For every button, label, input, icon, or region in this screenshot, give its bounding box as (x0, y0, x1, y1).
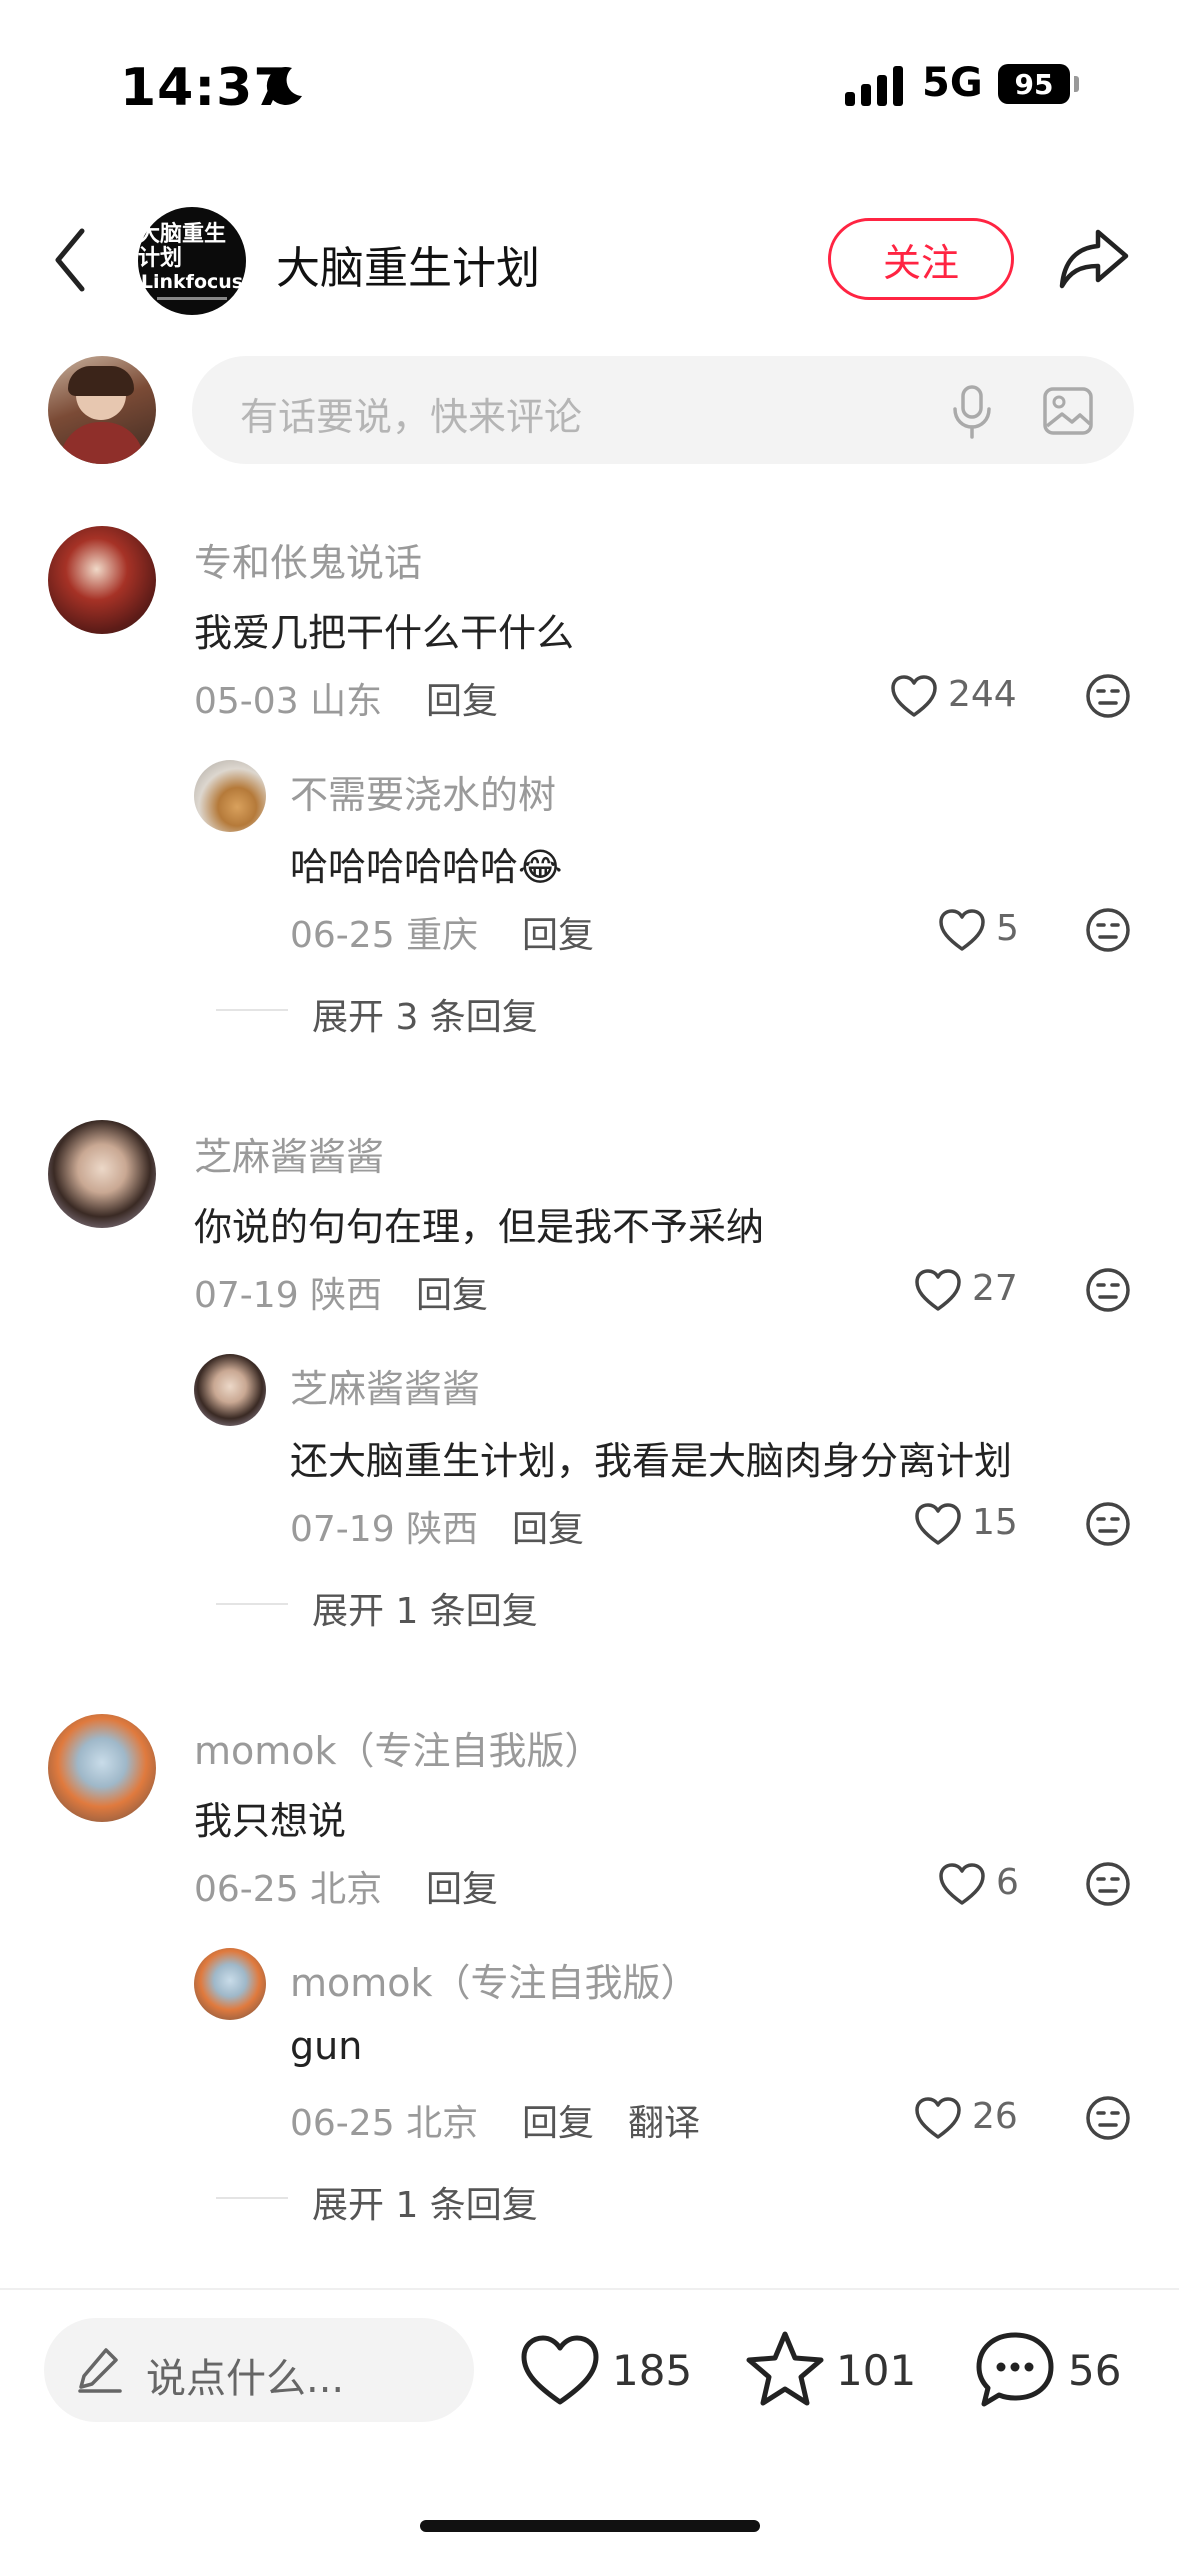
expand-divider (216, 1009, 288, 1011)
comment-text: 你说的句句在理，但是我不予采纳 (194, 1205, 765, 1249)
heart-icon[interactable] (890, 674, 938, 718)
reply-location: 重庆 (406, 915, 479, 956)
like-count: 27 (972, 1268, 1018, 1309)
reply-avatar[interactable] (194, 760, 266, 832)
comment-location: 山东 (310, 681, 383, 722)
like-count: 26 (972, 2096, 1018, 2137)
reply-username[interactable]: 芝麻酱酱酱 (290, 1358, 480, 1413)
comment-location: 陕西 (310, 1275, 383, 1316)
battery-level: 95 (1014, 67, 1054, 101)
reply-button[interactable]: 回复 (416, 1266, 488, 1318)
home-indicator[interactable] (420, 2520, 760, 2532)
reply-button[interactable]: 回复 (426, 1860, 498, 1912)
expand-replies[interactable]: 展开 3 条回复 (312, 988, 538, 1040)
like-count: 5 (996, 908, 1019, 949)
logo-text-en: Linkfocus (140, 270, 244, 293)
follow-button[interactable]: 关注 (828, 218, 1014, 300)
heart-icon[interactable] (914, 2096, 962, 2140)
comment-avatar[interactable] (48, 1120, 156, 1228)
reply-button[interactable]: 回复 (522, 906, 594, 958)
like-count: 244 (948, 674, 1017, 715)
reply-username[interactable]: 不需要浇水的树 (290, 764, 556, 819)
comment-date: 05-03 (194, 681, 299, 722)
battery-indicator: 95 (998, 64, 1070, 104)
reply-date: 06-25 (290, 2103, 395, 2144)
comment-meta: 05-03 山东 (194, 672, 382, 724)
dislike-icon[interactable] (1084, 906, 1132, 954)
heart-icon[interactable] (938, 908, 986, 952)
heart-icon[interactable] (914, 1268, 962, 1312)
battery-tip (1074, 76, 1079, 92)
like-count: 15 (972, 1502, 1018, 1543)
reply-username[interactable]: momok（专注自我版） (290, 1952, 699, 2007)
reply-text: 还大脑重生计划，我看是大脑肉身分离计划 (290, 1439, 1013, 1483)
comment-username[interactable]: 芝麻酱酱酱 (194, 1126, 384, 1181)
bottom-divider (0, 2288, 1179, 2290)
reply-meta: 06-25 北京 (290, 2094, 478, 2146)
logo-underline (157, 296, 227, 300)
reply-button[interactable]: 回复 (426, 672, 498, 724)
reply-date: 06-25 (290, 915, 395, 956)
reply-meta: 07-19 陕西 (290, 1500, 478, 1552)
reply-avatar[interactable] (194, 1354, 266, 1426)
comment-date: 06-25 (194, 1869, 299, 1910)
dislike-icon[interactable] (1084, 2094, 1132, 2142)
image-icon[interactable] (1042, 386, 1094, 436)
comment-text: 我爱几把干什么干什么 (194, 611, 575, 655)
reply-meta: 06-25 重庆 (290, 906, 478, 958)
comment-icon[interactable] (974, 2330, 1056, 2410)
reply-location: 北京 (406, 2103, 479, 2144)
network-label: 5G (922, 60, 983, 106)
bottom-input-placeholder: 说点什么... (146, 2356, 345, 2402)
share-icon[interactable] (1058, 226, 1130, 290)
like-count: 6 (996, 1862, 1019, 1903)
mic-icon[interactable] (950, 384, 994, 440)
comment-username[interactable]: 专和伥鬼说话 (194, 532, 422, 587)
comment-avatar[interactable] (48, 526, 156, 634)
moon-icon (266, 66, 302, 105)
comment-date: 07-19 (194, 1275, 299, 1316)
expand-replies[interactable]: 展开 1 条回复 (312, 1582, 538, 1634)
heart-icon[interactable] (914, 1502, 962, 1546)
dislike-icon[interactable] (1084, 1266, 1132, 1314)
heart-icon[interactable] (520, 2334, 600, 2406)
comment-username[interactable]: momok（专注自我版） (194, 1720, 603, 1775)
reply-button[interactable]: 回复 (522, 2094, 594, 2146)
dislike-icon[interactable] (1084, 672, 1132, 720)
my-avatar[interactable] (48, 356, 156, 464)
comment-input-placeholder: 有话要说，快来评论 (240, 395, 583, 439)
reply-location: 陕西 (406, 1509, 479, 1550)
expand-divider (216, 2197, 288, 2199)
comment-meta: 07-19 陕西 (194, 1266, 382, 1318)
account-avatar[interactable]: 大脑重生计划 Linkfocus (138, 207, 246, 315)
comment-text: 我只想说 (194, 1799, 347, 1843)
logo-text-cn: 大脑重生计划 (138, 221, 227, 271)
comment-meta: 06-25 北京 (194, 1860, 382, 1912)
heart-icon[interactable] (938, 1862, 986, 1906)
reply-text: 哈哈哈哈哈哈😂 (290, 845, 563, 889)
dislike-icon[interactable] (1084, 1500, 1132, 1548)
dislike-icon[interactable] (1084, 1860, 1132, 1908)
reply-date: 07-19 (290, 1509, 395, 1550)
signal-icon (845, 66, 903, 106)
reply-button[interactable]: 回复 (512, 1500, 584, 1552)
account-name[interactable]: 大脑重生计划 (276, 232, 540, 296)
reply-avatar[interactable] (194, 1948, 266, 2020)
reply-text: gun (290, 2024, 363, 2068)
expand-divider (216, 1603, 288, 1605)
translate-button[interactable]: 翻译 (628, 2094, 700, 2146)
post-collect-count: 101 (836, 2346, 917, 2395)
pen-icon (78, 2348, 122, 2393)
expand-replies[interactable]: 展开 1 条回复 (312, 2176, 538, 2228)
star-icon[interactable] (744, 2330, 826, 2408)
comment-location: 北京 (310, 1869, 383, 1910)
post-comment-count: 56 (1068, 2346, 1122, 2395)
back-icon[interactable] (50, 225, 90, 295)
comment-avatar[interactable] (48, 1714, 156, 1822)
post-like-count: 185 (612, 2346, 693, 2395)
